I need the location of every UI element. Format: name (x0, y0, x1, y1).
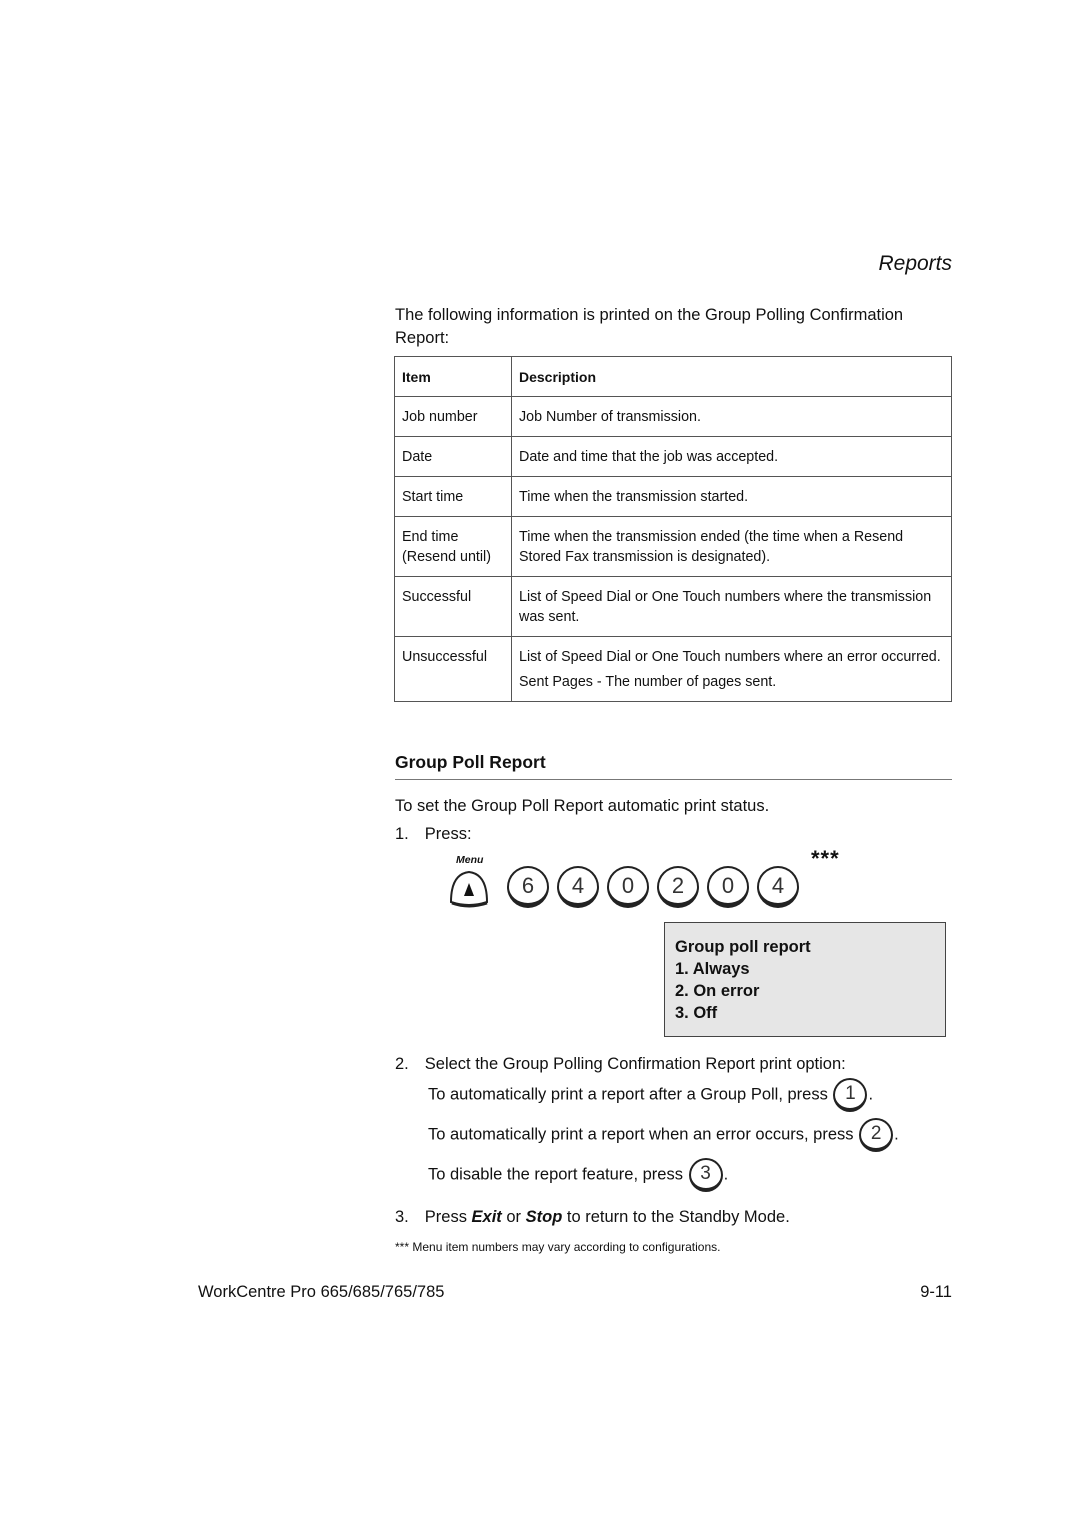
footnote-marker: *** (811, 846, 840, 871)
key-6[interactable]: 6 (507, 866, 549, 908)
intro-text: The following information is printed on … (395, 306, 904, 347)
column-header-item: Item (394, 356, 512, 397)
key-0[interactable]: 0 (607, 866, 649, 908)
step-number: 3. (395, 1208, 409, 1226)
step-text: Press (424, 1208, 472, 1226)
display-title: Group poll report (675, 938, 811, 956)
description-extra: Sent Pages - The number of pages sent. (519, 674, 777, 690)
item-cell: Job number (394, 396, 512, 437)
step-3: 3. Press Exit or Stop to return to the St… (395, 1206, 790, 1228)
option-line: To automatically print a report after a … (428, 1078, 873, 1112)
step-number: 1. (395, 825, 409, 843)
key-4[interactable]: 4 (557, 866, 599, 908)
group-poll-heading: Group Poll Report (395, 752, 952, 780)
option-text: To automatically print a report when an … (428, 1125, 854, 1144)
step-text: Select the Group Polling Confirmation Re… (424, 1055, 846, 1073)
key-0[interactable]: 0 (707, 866, 749, 908)
key-2[interactable]: 2 (657, 866, 699, 908)
menu-key-icon[interactable] (447, 868, 491, 908)
exit-key-label: Exit (471, 1208, 502, 1226)
description-cell: Date and time that the job was accepted. (511, 436, 952, 477)
key-4[interactable]: 4 (757, 866, 799, 908)
option-line: To disable the report feature, press 3. (428, 1158, 728, 1192)
table-row: Start time Time when the transmission st… (394, 476, 952, 517)
table-row: Unsuccessful List of Speed Dial or One T… (394, 636, 952, 702)
description-cell: Time when the transmission ended (the ti… (511, 516, 952, 577)
table-row: Successful List of Speed Dial or One Tou… (394, 576, 952, 637)
display-option: 1. Always (675, 960, 750, 978)
step-text: Press: (424, 825, 472, 843)
key-sequence: Menu 6 4 0 2 0 4 *** (445, 846, 855, 914)
menu-key-label: Menu (456, 854, 484, 866)
option-text: To automatically print a report after a … (428, 1085, 828, 1104)
column-header-description: Description (511, 356, 952, 397)
item-cell: Date (394, 436, 512, 477)
description-cell: Time when the transmission started. (511, 476, 952, 517)
stop-key-label: Stop (525, 1208, 563, 1226)
display-option: 3. Off (675, 1004, 718, 1022)
table-header-row: Item Description (394, 356, 952, 397)
table-row: End time (Resend until) Time when the tr… (394, 516, 952, 577)
item-cell: Start time (394, 476, 512, 517)
lcd-display: Group poll report 1. Always 2. On error … (664, 922, 946, 1037)
footer-product: WorkCentre Pro 665/685/765/785 (198, 1283, 445, 1301)
table-row: Date Date and time that the job was acce… (394, 436, 952, 477)
group-poll-intro: To set the Group Poll Report automatic p… (395, 797, 770, 815)
description-cell: List of Speed Dial or One Touch numbers … (511, 636, 952, 702)
table-row: Job number Job Number of transmission. (394, 396, 952, 437)
section-title: Reports (878, 252, 952, 275)
step-text: or (501, 1208, 526, 1226)
option-text: To disable the report feature, press (428, 1165, 683, 1184)
display-option: 2. On error (675, 982, 760, 1000)
key-3[interactable]: 3 (688, 1158, 723, 1192)
step-text: to return to the Standby Mode. (562, 1208, 790, 1226)
item-cell: Successful (394, 576, 512, 637)
description-cell: List of Speed Dial or One Touch numbers … (511, 576, 952, 637)
option-line: To automatically print a report when an … (428, 1118, 899, 1152)
description-text: List of Speed Dial or One Touch numbers … (519, 649, 941, 665)
report-items-table: Item Description Job number Job Number o… (394, 356, 952, 702)
footnote: *** Menu item numbers may vary according… (395, 1240, 721, 1254)
page-number: 9-11 (920, 1283, 952, 1301)
item-cell: Unsuccessful (394, 636, 512, 702)
step-2: 2. Select the Group Polling Confirmation … (395, 1053, 846, 1075)
key-1[interactable]: 1 (833, 1078, 868, 1112)
step-1: 1. Press: (395, 823, 472, 845)
item-cell: End time (Resend until) (394, 516, 512, 577)
key-2[interactable]: 2 (859, 1118, 894, 1152)
description-cell: Job Number of transmission. (511, 396, 952, 437)
step-number: 2. (395, 1055, 409, 1073)
